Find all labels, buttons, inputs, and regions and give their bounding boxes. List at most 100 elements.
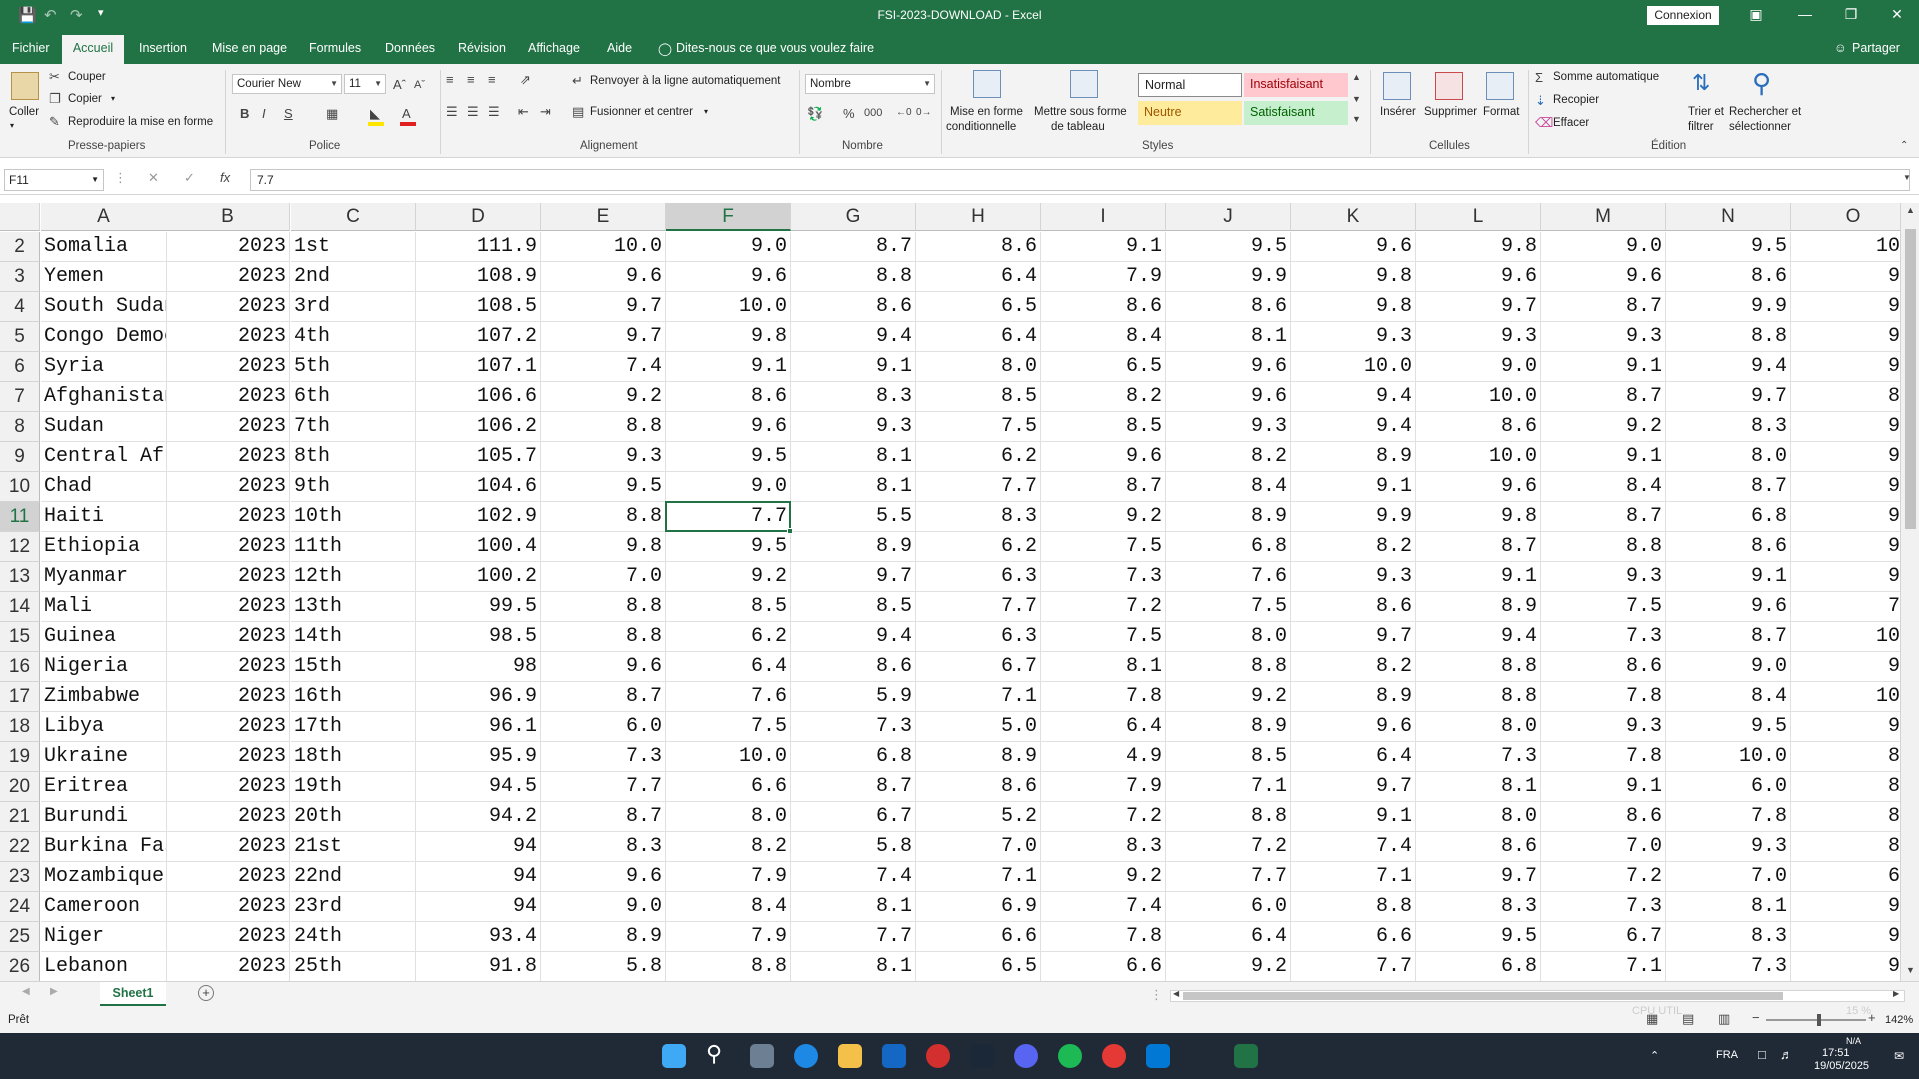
- cell-k17[interactable]: 8.9: [1291, 682, 1416, 712]
- column-header-l[interactable]: L: [1416, 203, 1541, 231]
- cell-j17[interactable]: 9.2: [1166, 682, 1291, 712]
- row-header[interactable]: 18: [0, 712, 40, 742]
- cell-d16[interactable]: 98: [416, 652, 541, 682]
- cell-m12[interactable]: 8.8: [1541, 532, 1666, 562]
- column-header-h[interactable]: H: [916, 203, 1041, 231]
- row-header[interactable]: 5: [0, 322, 40, 352]
- cut-button[interactable]: Couper: [68, 71, 106, 83]
- cell-b4[interactable]: 2023: [166, 292, 290, 322]
- cell-m6[interactable]: 9.1: [1541, 352, 1666, 382]
- ribbon-display-icon[interactable]: ▣: [1741, 6, 1771, 23]
- cell-d18[interactable]: 96.1: [416, 712, 541, 742]
- tab-help[interactable]: Aide: [607, 41, 632, 55]
- vertical-scroll-thumb[interactable]: [1905, 229, 1916, 529]
- row-header[interactable]: 13: [0, 562, 40, 592]
- cell-b20[interactable]: 2023: [166, 772, 290, 802]
- cell-c16[interactable]: 15th: [291, 652, 416, 682]
- cell-d23[interactable]: 94: [416, 862, 541, 892]
- column-header-k[interactable]: K: [1291, 203, 1416, 231]
- cell-i9[interactable]: 9.6: [1041, 442, 1166, 472]
- scroll-left-icon[interactable]: ◀: [1173, 989, 1179, 998]
- cell-m13[interactable]: 9.3: [1541, 562, 1666, 592]
- cell-d11[interactable]: 102.9: [416, 502, 541, 532]
- cell-a3[interactable]: Yemen: [41, 262, 167, 292]
- cell-k22[interactable]: 7.4: [1291, 832, 1416, 862]
- cell-f13[interactable]: 9.2: [666, 562, 791, 592]
- cell-f23[interactable]: 7.9: [666, 862, 791, 892]
- cell-g13[interactable]: 9.7: [791, 562, 916, 592]
- horizontal-scrollbar[interactable]: ◀ ▶: [1170, 989, 1905, 1002]
- comma-style-icon[interactable]: 000: [864, 107, 882, 119]
- cell-f22[interactable]: 8.2: [666, 832, 791, 862]
- row-header[interactable]: 24: [0, 892, 40, 922]
- row-header[interactable]: 23: [0, 862, 40, 892]
- tab-insert[interactable]: Insertion: [139, 41, 187, 55]
- cell-g26[interactable]: 8.1: [791, 952, 916, 981]
- cell-m10[interactable]: 8.4: [1541, 472, 1666, 502]
- cell-a10[interactable]: Chad: [41, 472, 167, 502]
- cell-n26[interactable]: 7.3: [1666, 952, 1791, 981]
- tab-view[interactable]: Affichage: [528, 41, 580, 55]
- cell-l24[interactable]: 8.3: [1416, 892, 1541, 922]
- cell-f3[interactable]: 9.6: [666, 262, 791, 292]
- cell-e12[interactable]: 9.8: [541, 532, 666, 562]
- conditional-formatting-button[interactable]: Mise en forme: [950, 106, 1023, 118]
- cell-m7[interactable]: 8.7: [1541, 382, 1666, 412]
- cell-o12[interactable]: 9.: [1791, 532, 1900, 562]
- format-painter-icon[interactable]: ✎: [49, 114, 60, 130]
- percent-icon[interactable]: %: [843, 106, 855, 121]
- cell-e20[interactable]: 7.7: [541, 772, 666, 802]
- cell-g14[interactable]: 8.5: [791, 592, 916, 622]
- collapse-ribbon-icon[interactable]: ⌃: [1900, 140, 1908, 151]
- cell-g17[interactable]: 5.9: [791, 682, 916, 712]
- cell-f10[interactable]: 9.0: [666, 472, 791, 502]
- number-format-select[interactable]: Nombre ▼: [805, 74, 935, 94]
- cell-h5[interactable]: 6.4: [916, 322, 1041, 352]
- cell-k26[interactable]: 7.7: [1291, 952, 1416, 981]
- cell-l7[interactable]: 10.0: [1416, 382, 1541, 412]
- cell-b12[interactable]: 2023: [166, 532, 290, 562]
- align-top-icon[interactable]: ≡: [446, 72, 454, 87]
- cell-d3[interactable]: 108.9: [416, 262, 541, 292]
- cell-h17[interactable]: 7.1: [916, 682, 1041, 712]
- page-layout-view-icon[interactable]: ▤: [1682, 1011, 1694, 1027]
- cell-f7[interactable]: 8.6: [666, 382, 791, 412]
- merge-center-icon[interactable]: ▤: [572, 104, 584, 120]
- cell-e9[interactable]: 9.3: [541, 442, 666, 472]
- cell-n21[interactable]: 7.8: [1666, 802, 1791, 832]
- cell-b26[interactable]: 2023: [166, 952, 290, 981]
- cell-i2[interactable]: 9.1: [1041, 232, 1166, 262]
- cell-i11[interactable]: 9.2: [1041, 502, 1166, 532]
- cell-h22[interactable]: 7.0: [916, 832, 1041, 862]
- cell-k12[interactable]: 8.2: [1291, 532, 1416, 562]
- edge-icon[interactable]: [794, 1044, 818, 1068]
- cell-f14[interactable]: 8.5: [666, 592, 791, 622]
- cell-b9[interactable]: 2023: [166, 442, 290, 472]
- cell-c13[interactable]: 12th: [291, 562, 416, 592]
- cell-o13[interactable]: 9.: [1791, 562, 1900, 592]
- format-cells-button[interactable]: Format: [1483, 106, 1519, 118]
- cell-c12[interactable]: 11th: [291, 532, 416, 562]
- row-header[interactable]: 20: [0, 772, 40, 802]
- cell-g8[interactable]: 9.3: [791, 412, 916, 442]
- format-painter-button[interactable]: Reproduire la mise en forme: [68, 116, 213, 128]
- cell-i8[interactable]: 8.5: [1041, 412, 1166, 442]
- cell-m4[interactable]: 8.7: [1541, 292, 1666, 322]
- cell-d21[interactable]: 94.2: [416, 802, 541, 832]
- cell-b15[interactable]: 2023: [166, 622, 290, 652]
- cell-i23[interactable]: 9.2: [1041, 862, 1166, 892]
- cell-d10[interactable]: 104.6: [416, 472, 541, 502]
- cell-k19[interactable]: 6.4: [1291, 742, 1416, 772]
- cell-g6[interactable]: 9.1: [791, 352, 916, 382]
- cell-f26[interactable]: 8.8: [666, 952, 791, 981]
- cell-g11[interactable]: 5.5: [791, 502, 916, 532]
- cell-a26[interactable]: Lebanon: [41, 952, 167, 981]
- cell-k2[interactable]: 9.6: [1291, 232, 1416, 262]
- cell-j11[interactable]: 8.9: [1166, 502, 1291, 532]
- autosum-button[interactable]: Somme automatique: [1553, 71, 1659, 83]
- horizontal-scroll-thumb[interactable]: [1183, 992, 1783, 1000]
- cell-k3[interactable]: 9.8: [1291, 262, 1416, 292]
- cell-c25[interactable]: 24th: [291, 922, 416, 952]
- styles-scroll-up-icon[interactable]: ▲: [1352, 72, 1361, 82]
- cell-h19[interactable]: 8.9: [916, 742, 1041, 772]
